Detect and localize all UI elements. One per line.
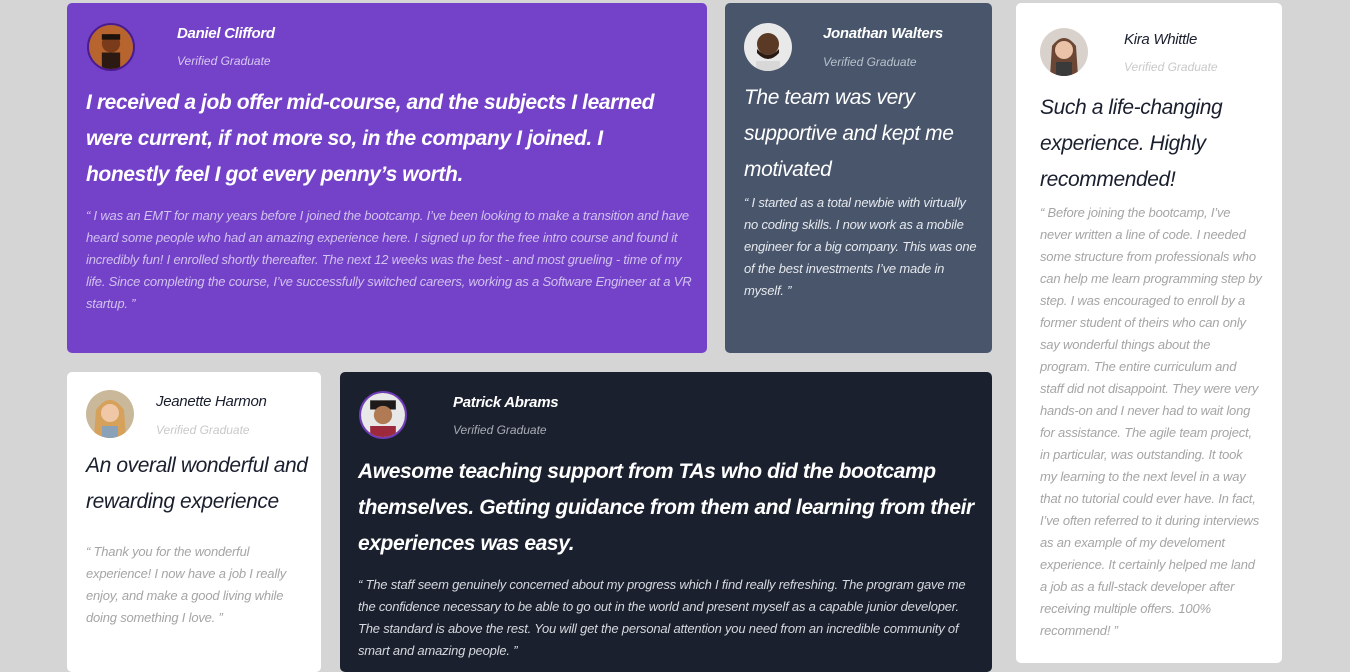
avatar — [87, 23, 135, 71]
author-name: Patrick Abrams — [453, 394, 559, 411]
testimonial-quote: “ I started as a total newbie with virtu… — [744, 195, 977, 298]
testimonial-headline: An overall wonderful and rewarding exper… — [86, 454, 308, 513]
author-name: Kira Whittle — [1124, 31, 1198, 48]
author-name: Jonathan Walters — [823, 25, 943, 42]
testimonial-quote: “ I was an EMT for many years before I j… — [86, 208, 692, 311]
testimonial-headline: Awesome teaching support from TAs who di… — [358, 460, 974, 555]
author-role: Verified Graduate — [1124, 60, 1218, 74]
author-role: Verified Graduate — [823, 55, 917, 69]
author-role: Verified Graduate — [156, 423, 250, 437]
author-name: Daniel Clifford — [177, 25, 275, 42]
testimonial-quote: “ The staff seem genuinely concerned abo… — [358, 577, 966, 658]
testimonial-headline: The team was very supportive and kept me… — [744, 86, 954, 181]
testimonial-headline: Such a life-changing experience. Highly … — [1040, 96, 1223, 191]
testimonial-card-patrick: Patrick Abrams Verified Graduate Awesome… — [340, 372, 992, 672]
testimonial-card-daniel: Daniel Clifford Verified Graduate I rece… — [67, 3, 707, 353]
testimonial-quote: “ Thank you for the wonderful experience… — [86, 544, 286, 625]
author-role: Verified Graduate — [177, 54, 271, 68]
testimonial-card-jonathan: Jonathan Walters Verified Graduate The t… — [725, 3, 992, 353]
avatar — [86, 390, 134, 438]
author-name: Jeanette Harmon — [156, 393, 267, 410]
avatar — [359, 391, 407, 439]
avatar — [1040, 28, 1088, 76]
testimonial-card-kira: Kira Whittle Verified Graduate Such a li… — [1016, 3, 1282, 663]
author-role: Verified Graduate — [453, 423, 547, 437]
testimonial-headline: I received a job offer mid-course, and t… — [86, 91, 655, 186]
avatar — [744, 23, 792, 71]
testimonial-card-jeanette: Jeanette Harmon Verified Graduate An ove… — [67, 372, 321, 672]
testimonial-quote: “ Before joining the bootcamp, I’ve neve… — [1040, 205, 1262, 638]
